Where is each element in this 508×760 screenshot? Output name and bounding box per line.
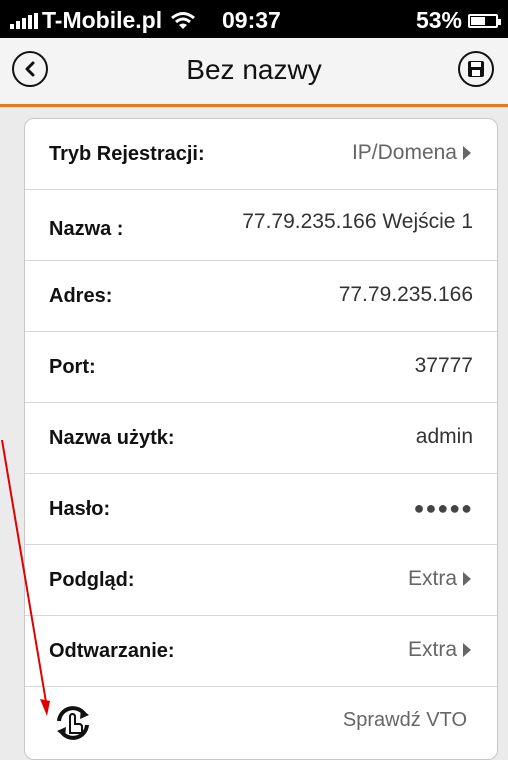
username-label: Nazwa użytk:	[49, 427, 175, 449]
password-label: Hasło:	[49, 498, 111, 520]
save-disk-icon	[468, 61, 484, 77]
row-check-vto[interactable]: Sprawdź VTO	[25, 687, 497, 749]
port-value[interactable]: 37777	[415, 354, 473, 378]
save-button[interactable]	[458, 51, 494, 87]
status-bar: T-Mobile.pl 09:37 53%	[0, 0, 508, 38]
row-registration-mode[interactable]: Tryb Rejestracji: IP/Domena	[25, 119, 497, 190]
row-name[interactable]: Nazwa : 77.79.235.166 Wejście 1	[25, 190, 497, 261]
chevron-right-icon	[463, 146, 471, 160]
clock: 09:37	[222, 7, 281, 33]
row-password[interactable]: Hasło: ●●●●●	[25, 474, 497, 545]
registration-mode-value: IP/Domena	[351, 141, 457, 164]
preview-value: Extra	[407, 567, 457, 590]
chevron-right-icon	[463, 643, 471, 657]
navigation-bar: Bez nazwy	[0, 38, 508, 107]
playback-value: Extra	[407, 638, 457, 661]
password-value[interactable]: ●●●●●	[414, 498, 473, 519]
check-vto-label: Sprawdź VTO	[342, 709, 467, 731]
carrier-label: T-Mobile.pl	[42, 7, 163, 33]
preview-value-wrap: Extra	[408, 567, 473, 591]
username-value[interactable]: admin	[416, 425, 473, 449]
name-value[interactable]: 77.79.235.166 Wejście 1	[242, 210, 473, 234]
page-title: Bez nazwy	[186, 54, 322, 85]
playback-value-wrap: Extra	[408, 638, 473, 662]
address-label: Adres:	[49, 285, 113, 307]
address-value[interactable]: 77.79.235.166	[339, 283, 473, 307]
name-label: Nazwa :	[49, 218, 124, 240]
settings-card: Tryb Rejestracji: IP/Domena Nazwa : 77.7…	[24, 118, 498, 760]
port-label: Port:	[49, 356, 96, 378]
chevron-right-icon	[463, 572, 471, 586]
row-port[interactable]: Port: 37777	[25, 332, 497, 403]
battery-status: 53%	[415, 7, 501, 34]
battery-icon	[468, 13, 501, 28]
battery-percent: 53%	[415, 7, 462, 33]
registration-mode-label: Tryb Rejestracji:	[49, 143, 205, 165]
row-playback[interactable]: Odtwarzanie: Extra	[25, 616, 497, 687]
refresh-hand-icon[interactable]	[51, 703, 95, 743]
signal-bars-icon	[10, 12, 38, 29]
wifi-icon	[171, 11, 196, 29]
playback-label: Odtwarzanie:	[49, 640, 175, 662]
signal-carrier: T-Mobile.pl	[10, 7, 196, 34]
row-username[interactable]: Nazwa użytk: admin	[25, 403, 497, 474]
preview-label: Podgląd:	[49, 569, 135, 591]
row-address[interactable]: Adres: 77.79.235.166	[25, 261, 497, 332]
registration-mode-value-wrap: IP/Domena	[352, 141, 473, 165]
row-preview[interactable]: Podgląd: Extra	[25, 545, 497, 616]
